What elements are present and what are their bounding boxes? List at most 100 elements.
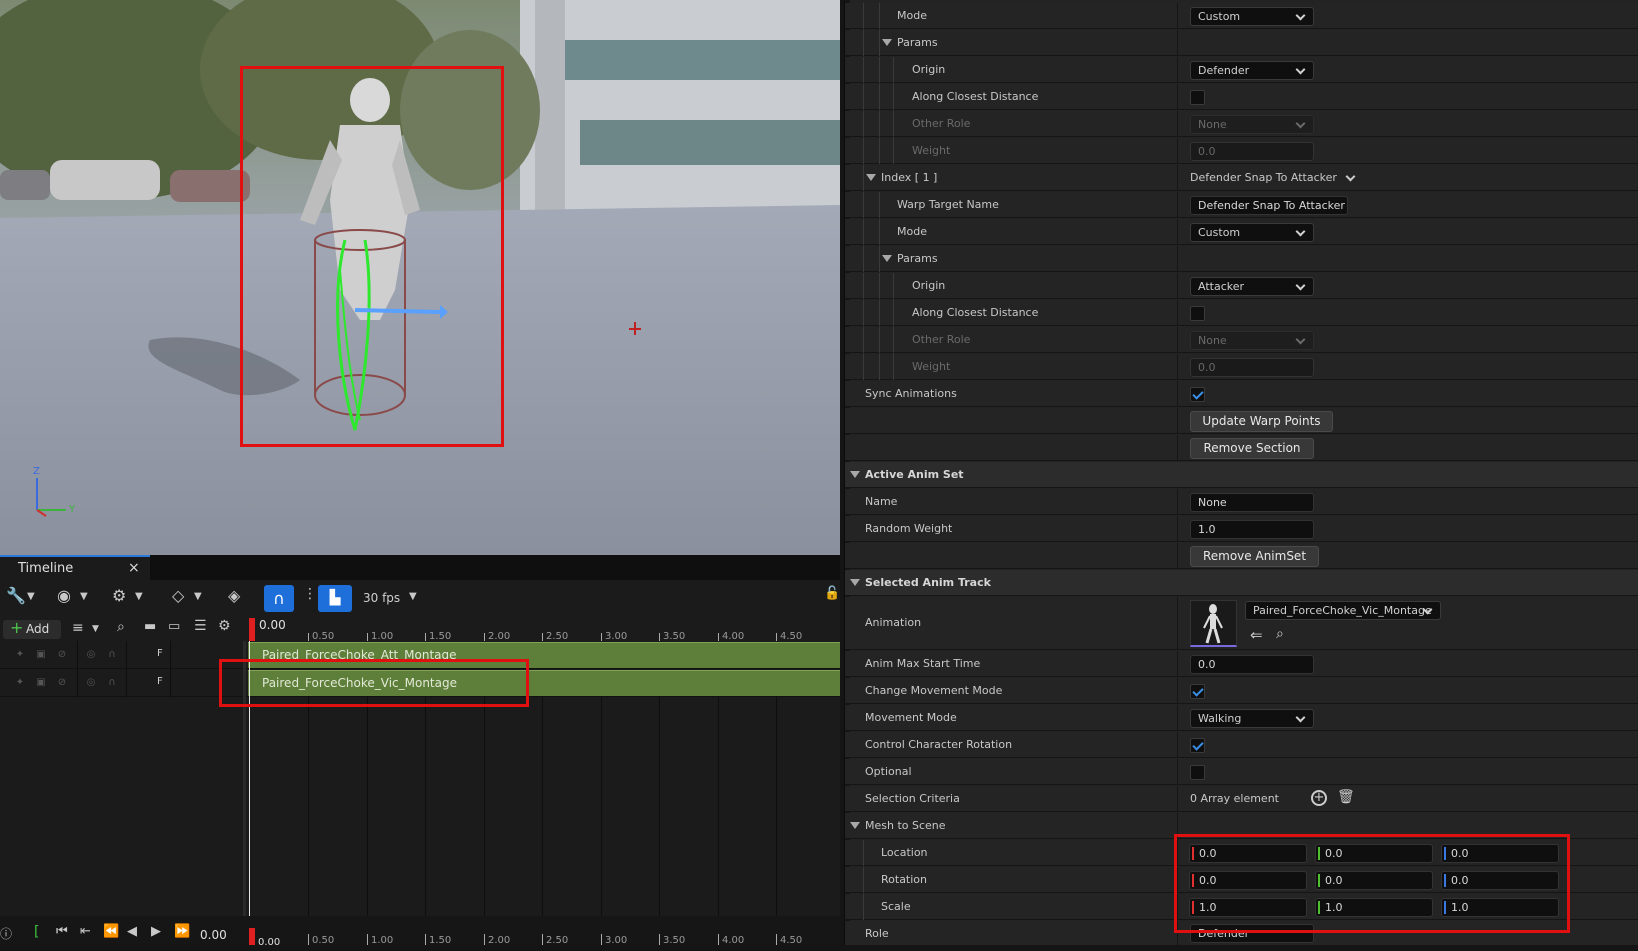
close-icon[interactable]: × [128, 560, 140, 576]
control-rotation-checkbox[interactable] [1190, 738, 1205, 753]
other-role2-dropdown[interactable]: None [1190, 331, 1314, 350]
params2-label: Params [897, 252, 938, 265]
name-field[interactable]: None [1190, 493, 1314, 512]
collapse-arrow-icon[interactable] [882, 39, 892, 46]
ruler-tick [308, 934, 309, 945]
pin-icon[interactable]: ✦ [14, 649, 26, 661]
eye-icon[interactable]: ◉ [57, 586, 71, 612]
location-x-field[interactable]: 0.0 [1189, 844, 1307, 863]
index-label: Index [ 1 ] [881, 171, 938, 184]
collapse-arrow-icon[interactable] [850, 579, 860, 586]
prop-row-params-2[interactable]: Params [845, 246, 1638, 272]
collapse-arrow-icon[interactable] [850, 471, 860, 478]
random-weight-field[interactable]: 1.0 [1190, 520, 1314, 539]
eye-icon[interactable]: ◎ [85, 677, 97, 689]
track-row[interactable]: ✦ ▣ ⊘ ◎ ∩ F Paired_ForceChoke_Vic_Montag… [0, 669, 840, 697]
mode2-label: Mode [897, 225, 927, 238]
level-viewport[interactable]: Z Y [0, 0, 840, 555]
key-diamond-icon[interactable]: ◇ [172, 586, 184, 612]
browse-asset-icon[interactable]: ⌕ [1276, 626, 1284, 642]
selected-track-label: Selected Anim Track [865, 576, 991, 589]
update-warp-points-button[interactable]: Update Warp Points [1190, 411, 1333, 432]
rotation-x-field[interactable]: 0.0 [1189, 871, 1307, 890]
along-closest-checkbox[interactable] [1190, 90, 1205, 105]
pin-icon[interactable]: ✦ [14, 677, 26, 689]
use-selected-icon[interactable]: ⇐ [1250, 626, 1263, 644]
lock-icon[interactable]: ▣ [35, 649, 47, 661]
animation-thumbnail[interactable] [1190, 600, 1237, 647]
lock-icon[interactable]: 🔓 [824, 586, 840, 612]
scale-x-field[interactable]: 1.0 [1189, 898, 1307, 917]
snap-magnet-button[interactable]: ∩ [264, 585, 294, 612]
collapse-arrow-icon[interactable] [882, 255, 892, 262]
keyframe-icon[interactable]: ◈ [228, 586, 240, 612]
more-options-icon[interactable]: ⋮ [303, 586, 317, 612]
role-field[interactable]: Defender [1190, 924, 1314, 943]
track-divider [170, 641, 171, 669]
origin-dropdown[interactable]: Defender [1190, 61, 1314, 80]
rotation-y-field[interactable]: 0.0 [1315, 871, 1433, 890]
mode-dropdown[interactable]: Custom [1190, 7, 1314, 26]
movement-mode-dropdown[interactable]: Walking [1190, 709, 1314, 728]
scale-z-field[interactable]: 1.0 [1441, 898, 1559, 917]
role-label: Role [865, 927, 889, 940]
prop-row-mesh-to-scene[interactable]: Mesh to Scene [845, 813, 1638, 839]
sync-animations-checkbox[interactable] [1190, 387, 1205, 402]
scale-y-field[interactable]: 1.0 [1315, 898, 1433, 917]
anim-clip[interactable]: Paired_ForceChoke_Vic_Montage [248, 670, 840, 696]
location-y-field[interactable]: 0.0 [1315, 844, 1433, 863]
anim-max-field[interactable]: 0.0 [1190, 655, 1314, 674]
headphones-icon[interactable]: ∩ [106, 677, 118, 689]
weight-field[interactable]: 0.0 [1190, 142, 1314, 161]
chevron-down-icon[interactable]: ▼ [194, 591, 202, 617]
animation-asset-dropdown[interactable]: Paired_ForceChoke_Vic_Montage [1245, 601, 1441, 620]
tab-timeline[interactable]: Timeline × [0, 555, 150, 580]
time-ruler-bottom[interactable]: 0.50 1.00 1.50 2.00 2.50 3.00 3.50 4.00 4.50 [0, 916, 840, 946]
category-selected-anim-track[interactable]: Selected Anim Track [845, 570, 1638, 596]
add-element-icon[interactable]: + [1311, 790, 1327, 806]
optional-checkbox[interactable] [1190, 765, 1205, 780]
trash-icon[interactable]: 🗑 [1337, 789, 1355, 805]
chevron-down-icon[interactable]: ▼ [135, 591, 143, 617]
weight2-field[interactable]: 0.0 [1190, 358, 1314, 377]
anim-clip[interactable]: Paired_ForceChoke_Att_Montage [248, 642, 840, 668]
chevron-down-icon[interactable] [1345, 171, 1356, 182]
remove-section-button[interactable]: Remove Section [1190, 438, 1314, 459]
change-movement-checkbox[interactable] [1190, 684, 1205, 699]
warp-target-field[interactable]: Defender Snap To Attacker [1190, 196, 1348, 215]
mute-icon[interactable]: ⊘ [56, 649, 68, 661]
playhead-snap-button[interactable]: ▙ [318, 585, 352, 612]
headphones-icon[interactable]: ∩ [106, 649, 118, 661]
prop-row-other-role-2: Other Role None [845, 327, 1638, 353]
eye-icon[interactable]: ◎ [85, 649, 97, 661]
time-ruler[interactable]: 0.50 1.00 1.50 2.00 2.50 3.00 3.50 4.00 4.50 [0, 618, 840, 642]
name-label: Name [865, 495, 898, 508]
mode2-dropdown[interactable]: Custom [1190, 223, 1314, 242]
rotation-z-field[interactable]: 0.0 [1441, 871, 1559, 890]
prop-row-params[interactable]: Params [845, 30, 1638, 56]
track-divider [170, 669, 171, 697]
other-role-dropdown[interactable]: None [1190, 115, 1314, 134]
wrench-icon[interactable]: 🔧 [6, 586, 26, 612]
ruler-tick [718, 934, 719, 945]
location-z-field[interactable]: 0.0 [1441, 844, 1559, 863]
prop-row-index-1[interactable]: Index [ 1 ] Defender Snap To Attacker [845, 165, 1638, 191]
category-active-anim-set[interactable]: Active Anim Set [845, 462, 1638, 488]
along2-checkbox[interactable] [1190, 306, 1205, 321]
gear-icon[interactable]: ⚙ [112, 586, 126, 612]
collapse-arrow-icon[interactable] [866, 174, 876, 181]
remove-animset-button[interactable]: Remove AnimSet [1190, 546, 1319, 567]
lock-icon[interactable]: ▣ [35, 677, 47, 689]
collapse-arrow-icon[interactable] [850, 822, 860, 829]
track-row[interactable]: ✦ ▣ ⊘ ◎ ∩ F Paired_ForceChoke_Att_Montag… [0, 641, 840, 669]
chevron-down-icon [1295, 226, 1306, 237]
mute-icon[interactable]: ⊘ [56, 677, 68, 689]
chevron-down-icon[interactable]: ▼ [409, 591, 417, 617]
origin2-dropdown[interactable]: Attacker [1190, 277, 1314, 296]
prop-row-remove-animset: Remove AnimSet [845, 543, 1638, 569]
tab-timeline-label: Timeline [18, 561, 74, 576]
fps-dropdown[interactable]: 30 fps [363, 591, 400, 605]
chevron-down-icon[interactable]: ▼ [27, 591, 35, 617]
chevron-down-icon[interactable]: ▼ [80, 591, 88, 617]
location-label: Location [881, 846, 928, 859]
